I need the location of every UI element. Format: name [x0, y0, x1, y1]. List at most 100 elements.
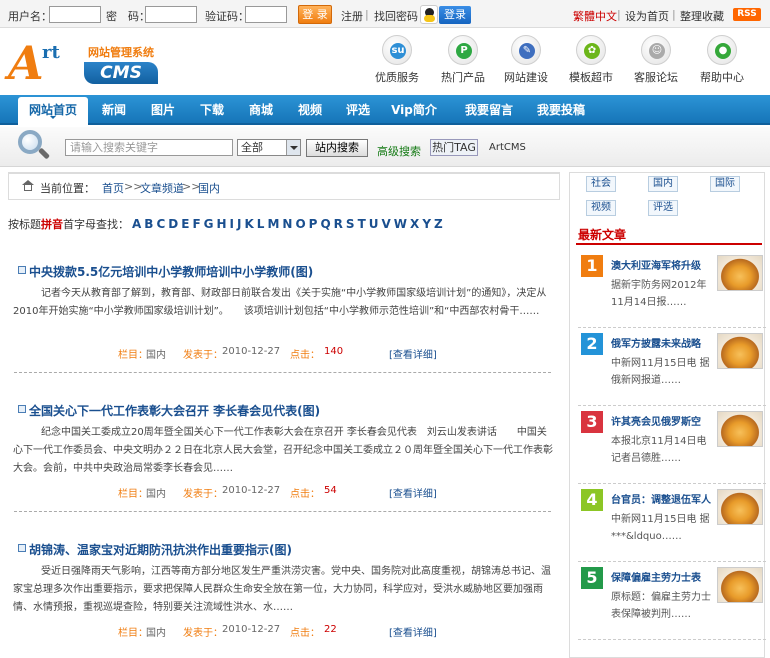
latest-article-title[interactable]: 保障偏雇主劳力士表: [611, 569, 701, 584]
read-more-link[interactable]: [查看详细]: [389, 346, 437, 361]
leaf-icon: ✿: [576, 35, 606, 65]
read-more-link[interactable]: [查看详细]: [389, 624, 437, 639]
header-nav-item[interactable]: ✿ 模板超市: [566, 35, 616, 85]
qq-icon[interactable]: [420, 5, 438, 24]
letter-link[interactable]: A: [132, 217, 141, 231]
bookmark-link[interactable]: 整理收藏: [680, 8, 724, 24]
rss-icon[interactable]: RSS: [733, 8, 761, 21]
nav-item[interactable]: 图片: [142, 95, 184, 125]
read-more-link[interactable]: [查看详细]: [389, 485, 437, 500]
nav-item[interactable]: 网站首页: [18, 97, 88, 125]
category-tag[interactable]: 评选: [648, 200, 678, 216]
article-date-label: 发表于：: [183, 628, 223, 639]
letter-link[interactable]: J: [237, 217, 241, 231]
letter-link[interactable]: P: [309, 217, 318, 231]
site-search-button[interactable]: 站内搜索: [306, 139, 368, 157]
login-button[interactable]: 登 录: [298, 5, 332, 24]
rank-number: 5: [581, 567, 603, 589]
password-input[interactable]: [145, 6, 197, 23]
article-title[interactable]: 胡锦涛、温家宝对近期防汛抗洪作出重要指示(图): [29, 541, 292, 558]
username-input[interactable]: [49, 6, 101, 23]
set-homepage-link[interactable]: 设为首页: [625, 8, 669, 24]
letter-link[interactable]: E: [181, 217, 189, 231]
advanced-search-link[interactable]: 高级搜索: [377, 143, 421, 159]
article-bullet-icon: [18, 405, 26, 413]
letter-link[interactable]: Q: [320, 217, 330, 231]
letter-link[interactable]: F: [192, 217, 200, 231]
register-link[interactable]: 注册: [341, 8, 363, 24]
letter-link[interactable]: M: [267, 217, 279, 231]
letter-link[interactable]: K: [244, 217, 253, 231]
letter-link[interactable]: N: [282, 217, 292, 231]
nav-item[interactable]: 我要投稿: [527, 95, 595, 125]
article-thumbnail[interactable]: [717, 255, 763, 291]
letter-link[interactable]: D: [168, 217, 178, 231]
qq-login-button[interactable]: 登录: [439, 6, 471, 24]
captcha-input[interactable]: [245, 6, 287, 23]
nav-item[interactable]: 我要留言: [455, 95, 523, 125]
latest-article-item[interactable]: 3 许其亮会见俄罗斯空 本报北京11月14日电 记者吕德胜……: [578, 406, 766, 484]
letter-link[interactable]: L: [257, 217, 265, 231]
article-column[interactable]: 国内: [146, 624, 166, 639]
latest-article-title[interactable]: 台官员：调整退伍军人: [611, 491, 711, 506]
letter-link[interactable]: I: [230, 217, 234, 231]
latest-article-title[interactable]: 许其亮会见俄罗斯空: [611, 413, 701, 428]
forgot-password-link[interactable]: 找回密码: [374, 8, 418, 24]
nav-item[interactable]: 商城: [240, 95, 282, 125]
header-nav-item[interactable]: P 热门产品: [438, 35, 488, 85]
latest-article-item[interactable]: 1 澳大利亚海军将升级 据新宇防务网2012年11月14日报……: [578, 250, 766, 328]
breadcrumb-home[interactable]: 首页: [102, 180, 124, 196]
latest-article-item[interactable]: 5 保障偏雇主劳力士表 原标题：偏雇主劳力士表保障被判刑……: [578, 562, 766, 640]
article-thumbnail[interactable]: [717, 411, 763, 447]
category-tag[interactable]: 社会: [586, 176, 616, 192]
nav-item[interactable]: Vip简介: [384, 95, 444, 125]
letter-link[interactable]: T: [358, 217, 366, 231]
article-column[interactable]: 国内: [146, 485, 166, 500]
latest-article-title[interactable]: 俄军方披露未来战略: [611, 335, 701, 350]
nav-item[interactable]: 评选: [336, 95, 380, 125]
letter-link[interactable]: H: [217, 217, 227, 231]
article-thumbnail[interactable]: [717, 567, 763, 603]
search-input[interactable]: 请输入搜索关键字: [65, 139, 233, 156]
letter-link[interactable]: O: [295, 217, 305, 231]
letter-link[interactable]: U: [369, 217, 379, 231]
category-tag[interactable]: 国内: [648, 176, 678, 192]
logo-cms: CMS: [84, 62, 158, 84]
category-tag[interactable]: 视频: [586, 200, 616, 216]
traditional-chinese-link[interactable]: 繁體中文: [573, 8, 617, 24]
latest-article-item[interactable]: 2 俄军方披露未来战略 中新网11月15日电 据俄新网报道……: [578, 328, 766, 406]
letter-link[interactable]: W: [394, 217, 407, 231]
header-nav-item[interactable]: ● 帮助中心: [697, 35, 747, 85]
letter-link[interactable]: G: [204, 217, 214, 231]
letter-link[interactable]: Y: [422, 217, 431, 231]
header-nav-item[interactable]: ✎ 网站建设: [501, 35, 551, 85]
nav-item[interactable]: 新闻: [94, 95, 134, 125]
letter-link[interactable]: Z: [434, 217, 443, 231]
article-thumbnail[interactable]: [717, 333, 763, 369]
header-nav-item[interactable]: su 优质服务: [372, 35, 422, 85]
magnifier-icon: [18, 130, 51, 160]
letter-link[interactable]: X: [410, 217, 419, 231]
hot-tag-button[interactable]: 热门TAG: [430, 139, 478, 156]
tag-link[interactable]: ArtCMS: [489, 142, 526, 153]
breadcrumb-current[interactable]: 国内: [198, 180, 220, 196]
article-title[interactable]: 中央拨款5.5亿元培训中小学教师培训中小学教师(图): [29, 263, 313, 280]
letter-link[interactable]: B: [144, 217, 153, 231]
latest-article-title[interactable]: 澳大利亚海军将升级: [611, 257, 701, 272]
letter-link[interactable]: R: [334, 217, 343, 231]
article-title[interactable]: 全国关心下一代工作表彰大会召开 李长春会见代表(图): [29, 402, 320, 419]
header-nav-item[interactable]: ☺ 客服论坛: [631, 35, 681, 85]
nav-item[interactable]: 下载: [191, 95, 233, 125]
letter-link[interactable]: C: [156, 217, 165, 231]
nav-item[interactable]: 视频: [288, 95, 332, 125]
article-date: 2010-12-27: [222, 624, 281, 635]
icon-glyph: ☺: [649, 43, 665, 59]
latest-article-item[interactable]: 4 台官员：调整退伍军人 中新网11月15日电 据***&ldquo……: [578, 484, 766, 562]
category-tag[interactable]: 国际: [710, 176, 740, 192]
category-select[interactable]: 全部: [237, 139, 301, 156]
article-thumbnail[interactable]: [717, 489, 763, 525]
letter-link[interactable]: V: [382, 217, 391, 231]
letter-link[interactable]: S: [346, 217, 355, 231]
breadcrumb-channel[interactable]: 文章频道: [140, 180, 184, 196]
article-column[interactable]: 国内: [146, 346, 166, 361]
